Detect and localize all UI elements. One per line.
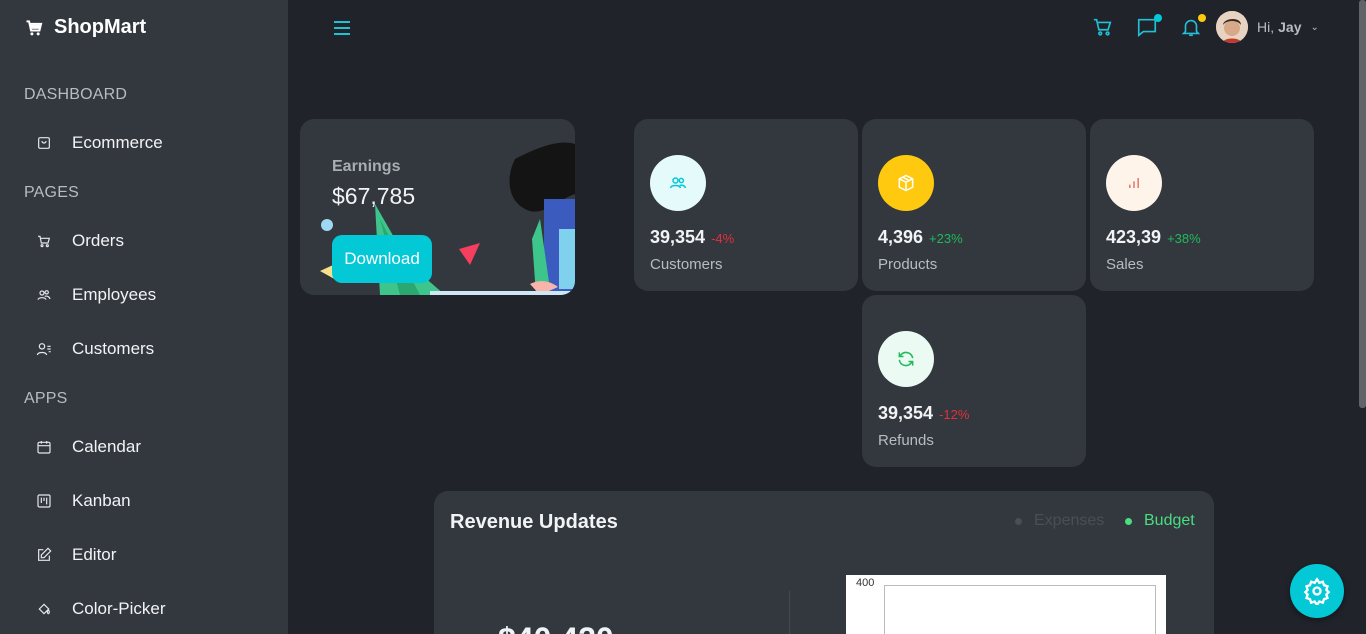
divider <box>789 591 790 634</box>
brand-name: ShopMart <box>54 16 147 38</box>
user-greeting: Hi, <box>1257 19 1275 35</box>
menu-toggle-button[interactable] <box>332 18 352 38</box>
sidebar-item-label: Color-Picker <box>72 599 166 618</box>
user-name: Jay <box>1278 19 1302 35</box>
download-button[interactable]: Download <box>332 235 432 283</box>
legend-dot <box>1015 517 1022 525</box>
stat-value: 39,354 -4% <box>650 227 735 247</box>
sidebar-item-editor[interactable]: Editor <box>36 545 116 565</box>
sidebar-item-label: Kanban <box>72 491 131 510</box>
sidebar-item-label: Ecommerce <box>72 133 163 152</box>
stat-value: 423,39 +38% <box>1106 227 1201 247</box>
stat-value: 4,396 +23% <box>878 227 963 247</box>
stat-card-refunds: 39,354 -12% Refunds <box>862 295 1086 467</box>
sidebar-item-ecommerce[interactable]: Ecommerce <box>36 133 163 153</box>
section-title-dashboard: DASHBOARD <box>24 86 128 103</box>
sidebar-item-orders[interactable]: Orders <box>36 231 124 251</box>
bag-icon <box>38 137 50 149</box>
sidebar-item-calendar[interactable]: Calendar <box>36 437 141 457</box>
gear-icon <box>1303 577 1331 605</box>
cart-icon <box>38 235 51 248</box>
stat-card-sales: 423,39 +38% Sales <box>1090 119 1314 291</box>
customers-icon <box>669 177 687 189</box>
sidebar-item-kanban[interactable]: Kanban <box>36 491 131 511</box>
cart-button[interactable] <box>1092 16 1116 40</box>
box-icon <box>898 174 914 192</box>
sales-icon-badge[interactable] <box>1106 155 1162 211</box>
legend-budget[interactable]: Budget <box>1125 512 1195 530</box>
earnings-label: Earnings <box>332 158 401 175</box>
legend-expenses[interactable]: Expenses <box>1015 512 1104 530</box>
customers-icon <box>36 343 51 356</box>
color-picker-icon <box>38 603 50 615</box>
sidebar-item-employees[interactable]: Employees <box>36 285 156 305</box>
sidebar-item-label: Editor <box>72 545 117 564</box>
sidebar-item-customers[interactable]: Customers <box>36 339 154 359</box>
avatar <box>1216 11 1248 43</box>
employees-icon <box>37 290 51 300</box>
sidebar-item-label: Employees <box>72 285 157 304</box>
shopping-cart-icon <box>26 19 43 35</box>
chat-button[interactable] <box>1136 14 1162 40</box>
bar-chart-icon <box>1129 178 1139 188</box>
revenue-updates-card: Revenue Updates Expenses Budget $40,420 … <box>434 491 1214 634</box>
stat-label: Customers <box>650 256 723 273</box>
section-title-apps: APPS <box>24 390 68 407</box>
earnings-value: $67,785 <box>332 183 416 209</box>
section-title-pages: PAGES <box>24 184 79 201</box>
user-profile-button[interactable]: Hi, Jay ⌄ <box>1216 11 1319 43</box>
sidebar-item-label: Customers <box>72 339 155 358</box>
stat-label: Products <box>878 256 938 273</box>
revenue-amount: $40,420 <box>498 621 614 634</box>
stat-change: -12% <box>939 407 970 422</box>
refunds-icon-badge[interactable] <box>878 331 934 387</box>
stat-label: Refunds <box>878 432 934 449</box>
stat-change: +38% <box>1167 231 1201 246</box>
refresh-icon <box>898 351 914 367</box>
legend-label: Budget <box>1144 512 1195 529</box>
legend-dot <box>1125 517 1132 525</box>
sidebar-item-label: Calendar <box>72 437 141 456</box>
calendar-icon <box>37 441 51 454</box>
edit-icon <box>38 547 52 561</box>
bell-notification-dot <box>1198 14 1206 22</box>
brand-logo[interactable]: ShopMart <box>24 16 146 39</box>
sidebar-item-color-picker[interactable]: Color-Picker <box>36 599 166 619</box>
stat-change: +23% <box>929 231 963 246</box>
customers-icon-badge[interactable] <box>650 155 706 211</box>
stat-label: Sales <box>1106 256 1144 273</box>
kanban-icon <box>37 494 51 508</box>
settings-button[interactable] <box>1290 564 1344 618</box>
cart-icon <box>1093 18 1112 36</box>
user-avatar-icon <box>1216 11 1248 43</box>
revenue-chart: 400 <box>846 575 1166 634</box>
sidebar: ShopMart DASHBOARD Ecommerce PAGES Order… <box>0 0 288 634</box>
chat-notification-dot <box>1154 14 1162 22</box>
legend-label: Expenses <box>1034 512 1105 529</box>
products-icon-badge[interactable] <box>878 155 934 211</box>
stat-change: -4% <box>711 231 735 246</box>
earnings-card: Earnings $67,785 Download <box>300 119 575 295</box>
chart-plot-area <box>884 585 1156 634</box>
notifications-button[interactable] <box>1180 14 1206 40</box>
page-scrollbar[interactable] <box>1359 0 1366 408</box>
sidebar-item-label: Orders <box>72 231 124 250</box>
y-tick-label: 400 <box>856 577 875 589</box>
stat-card-products: 4,396 +23% Products <box>862 119 1086 291</box>
stat-value: 39,354 -12% <box>878 403 970 423</box>
stat-card-customers: 39,354 -4% Customers <box>634 119 858 291</box>
chevron-down-icon: ⌄ <box>1310 21 1319 33</box>
hamburger-icon <box>334 21 350 35</box>
revenue-title: Revenue Updates <box>450 511 618 533</box>
